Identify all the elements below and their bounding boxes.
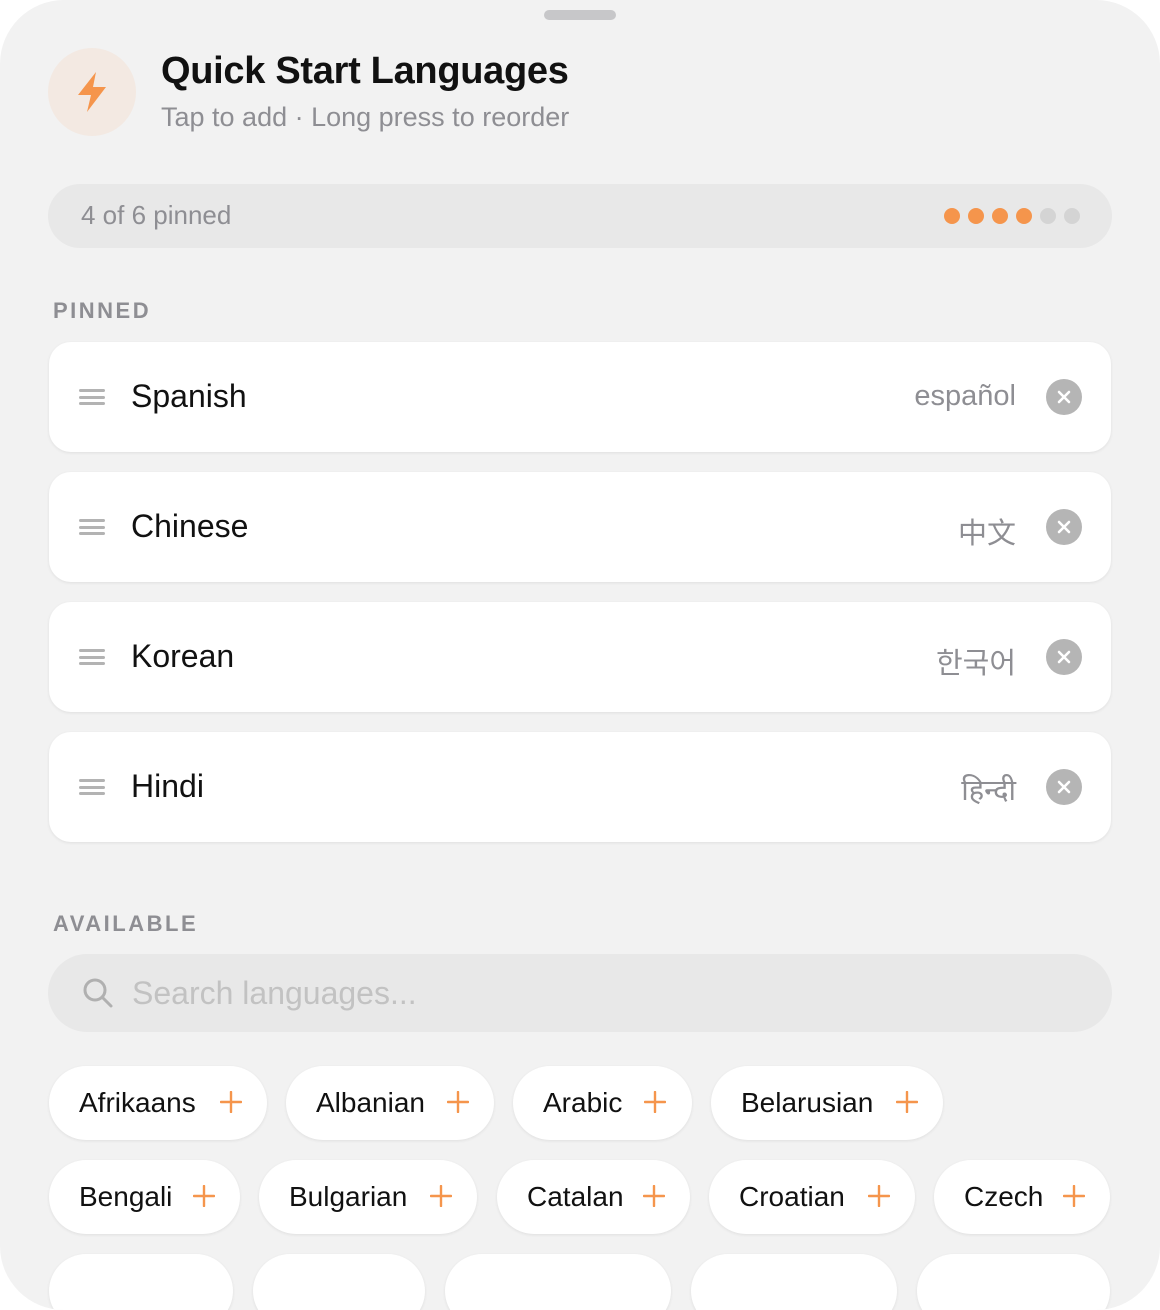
language-chip-bengali[interactable]: Bengali [49,1160,240,1234]
language-chip-croatian[interactable]: Croatian [709,1160,915,1234]
pinned-language-row[interactable]: Hindi हिन्दी [49,732,1111,842]
progress-dot-filled [944,208,960,224]
language-chip[interactable] [49,1254,233,1310]
close-icon [1057,520,1071,534]
quick-start-sheet: Quick Start Languages Tap to add · Long … [0,0,1160,1310]
progress-dot-filled [1016,208,1032,224]
language-chip-czech[interactable]: Czech [934,1160,1110,1234]
language-chip-bulgarian[interactable]: Bulgarian [259,1160,477,1234]
pinned-list: Spanish español Chinese 中文 Korean 한국어 Hi… [49,342,1111,862]
plus-icon [868,1185,890,1207]
plus-icon [430,1185,452,1207]
remove-language-button[interactable] [1046,509,1082,545]
language-native-name: 中文 [957,518,1016,550]
language-chip-arabic[interactable]: Arabic [513,1066,692,1140]
remove-language-button[interactable] [1046,769,1082,805]
search-input[interactable] [132,954,1032,1032]
pinned-language-row[interactable]: Spanish español [49,342,1111,452]
language-name: Korean [131,638,235,674]
language-chip-albanian[interactable]: Albanian [286,1066,494,1140]
section-label-available: AVAILABLE [53,911,199,936]
chip-label: Catalan [527,1181,624,1212]
chip-label: Bengali [79,1181,173,1212]
plus-icon [644,1091,666,1113]
chip-label: Czech [964,1181,1044,1212]
pin-progress-dots [944,208,1080,224]
plus-icon [447,1091,469,1113]
remove-language-button[interactable] [1046,379,1082,415]
remove-language-button[interactable] [1046,639,1082,675]
chip-label: Croatian [739,1181,845,1212]
language-chip-afrikaans[interactable]: Afrikaans [49,1066,267,1140]
chip-label: Bulgarian [289,1181,408,1212]
close-icon [1057,650,1071,664]
progress-dot-filled [968,208,984,224]
language-chip-belarusian[interactable]: Belarusian [711,1066,943,1140]
pin-count: 4 of 6 pinned [81,200,232,230]
pinned-language-row[interactable]: Chinese 中文 [49,472,1111,582]
language-chip[interactable] [917,1254,1110,1310]
plus-icon [193,1185,215,1207]
chip-label: Albanian [316,1087,425,1118]
progress-dot-empty [1040,208,1056,224]
page-subtitle: Tap to add · Long press to reorder [161,102,570,132]
plus-icon [1063,1185,1085,1207]
plus-icon [896,1091,918,1113]
language-chip[interactable] [253,1254,425,1310]
chip-label: Afrikaans [79,1087,196,1118]
language-name: Chinese [131,508,249,544]
language-chip-catalan[interactable]: Catalan [497,1160,690,1234]
close-icon [1057,390,1071,404]
search-icon [83,978,113,1008]
progress-dot-empty [1064,208,1080,224]
language-native-name: español [914,380,1016,412]
language-chip[interactable] [445,1254,671,1310]
plus-icon [220,1091,242,1113]
chip-label: Belarusian [741,1087,874,1118]
progress-dot-filled [992,208,1008,224]
language-name: Hindi [131,768,204,804]
drag-handle-icon[interactable] [79,389,105,405]
pin-status-bar: 4 of 6 pinned [48,184,1112,248]
search-bar[interactable] [48,954,1112,1032]
drag-handle-icon[interactable] [79,649,105,665]
section-label-pinned: PINNED [53,298,152,323]
pinned-language-row[interactable]: Korean 한국어 [49,602,1111,712]
chip-label: Arabic [543,1087,623,1118]
language-chip[interactable] [691,1254,897,1310]
language-native-name: 한국어 [935,648,1016,680]
sheet-grabber[interactable] [544,10,616,20]
close-icon [1057,780,1071,794]
page-title: Quick Start Languages [161,50,569,92]
plus-icon [643,1185,665,1207]
language-native-name: हिन्दी [961,775,1016,807]
drag-handle-icon[interactable] [79,519,105,535]
lightning-bolt-icon [48,48,136,136]
drag-handle-icon[interactable] [79,779,105,795]
language-name: Spanish [131,378,247,414]
